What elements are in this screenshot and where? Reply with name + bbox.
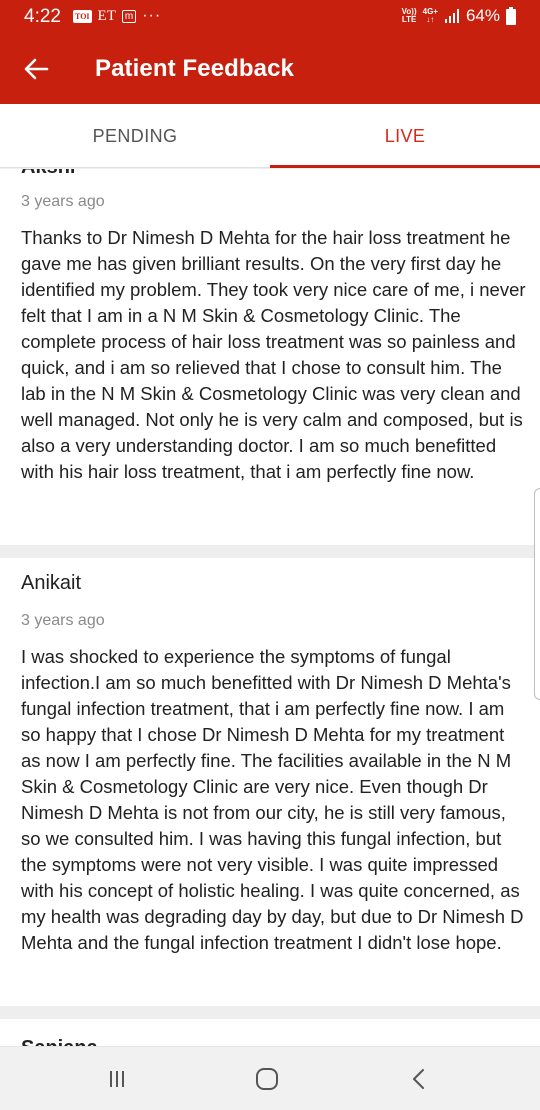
scrollbar-handle[interactable] bbox=[534, 488, 540, 700]
status-bar: 4:22 TOI ET m ··· Vo)) LTE 4G+ ↓↑ 64% bbox=[0, 0, 540, 34]
battery-percentage: 64% bbox=[465, 6, 500, 25]
feedback-card: Sanjana bbox=[0, 1019, 540, 1046]
review-time: 3 years ago bbox=[21, 612, 105, 629]
home-icon bbox=[256, 1068, 278, 1090]
feedback-card: Anikait 3 years ago I was shocked to exp… bbox=[0, 558, 540, 1006]
feedback-card: Akshi 3 years ago Thanks to Dr Nimesh D … bbox=[0, 169, 540, 545]
system-indicators: Vo)) LTE 4G+ ↓↑ 64% bbox=[402, 6, 516, 26]
notification-icons: TOI ET m ··· bbox=[73, 8, 161, 24]
system-back-button[interactable] bbox=[395, 1055, 443, 1103]
app-bar: Patient Feedback bbox=[0, 34, 540, 104]
volte-indicator: Vo)) LTE bbox=[401, 7, 417, 24]
status-time: 4:22 bbox=[24, 6, 61, 27]
back-button[interactable] bbox=[14, 47, 58, 91]
network-type-indicator: 4G+ ↓↑ bbox=[422, 7, 438, 24]
feedback-list[interactable]: Akshi 3 years ago Thanks to Dr Nimesh D … bbox=[0, 169, 540, 1046]
tab-selected-indicator bbox=[270, 165, 540, 168]
reviewer-name: Akshi bbox=[21, 169, 75, 179]
navigation-bar bbox=[0, 1046, 540, 1110]
m-notification-icon: m bbox=[121, 9, 137, 23]
tab-live[interactable]: LIVE bbox=[270, 104, 540, 168]
battery-icon bbox=[506, 7, 516, 25]
page-title: Patient Feedback bbox=[95, 55, 295, 82]
reviewer-name: Sanjana bbox=[21, 1036, 98, 1046]
tab-pending[interactable]: PENDING bbox=[0, 104, 270, 168]
home-button[interactable] bbox=[243, 1055, 291, 1103]
review-time: 3 years ago bbox=[21, 193, 105, 210]
review-text: Thanks to Dr Nimesh D Mehta for the hair… bbox=[21, 227, 526, 482]
back-icon bbox=[413, 1069, 424, 1089]
recents-button[interactable] bbox=[93, 1055, 141, 1103]
arrow-left-icon bbox=[24, 58, 49, 80]
more-notifications-icon: ··· bbox=[142, 7, 162, 24]
review-text: I was shocked to experience the symptoms… bbox=[21, 646, 524, 953]
tab-bar: PENDING LIVE bbox=[0, 104, 540, 168]
toi-notification-icon: TOI bbox=[73, 9, 92, 23]
et-notification-icon: ET bbox=[97, 8, 116, 24]
reviewer-name: Anikait bbox=[21, 572, 82, 594]
signal-icon bbox=[444, 8, 460, 24]
recents-icon bbox=[110, 1071, 124, 1087]
